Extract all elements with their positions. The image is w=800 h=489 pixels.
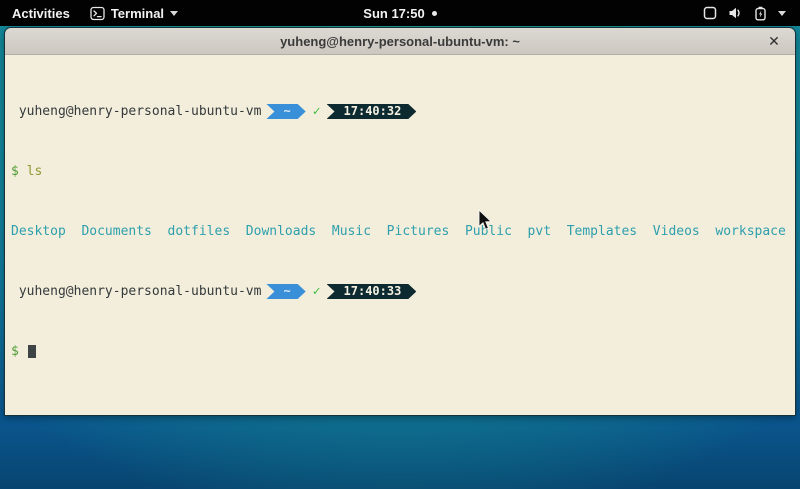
ls-output-line: Desktop Documents dotfiles Downloads Mus… <box>11 224 795 239</box>
shell-prompt-symbol: $ <box>11 344 19 359</box>
terminal-window: yuheng@henry-personal-ubuntu-vm: ~ ✕ yuh… <box>4 27 796 416</box>
prompt-time-segment: 17:40:32 <box>327 104 417 119</box>
prompt-line-1: yuheng@henry-personal-ubuntu-vm ~ ✓ 17:4… <box>11 104 795 119</box>
prompt-cwd-segment: ~ <box>266 284 305 299</box>
prompt-line-2: yuheng@henry-personal-ubuntu-vm ~ ✓ 17:4… <box>11 284 795 299</box>
directory-list: Desktop Documents dotfiles Downloads Mus… <box>11 224 786 239</box>
activities-button[interactable]: Activities <box>0 0 82 26</box>
top-bar: Activities Terminal Sun 17:50 <box>0 0 800 26</box>
terminal-screen[interactable]: yuheng@henry-personal-ubuntu-vm ~ ✓ 17:4… <box>5 55 795 415</box>
prompt-user: yuheng@henry-personal-ubuntu-vm <box>11 284 261 299</box>
terminal-cursor <box>28 345 36 358</box>
window-title: yuheng@henry-personal-ubuntu-vm: ~ <box>280 34 520 49</box>
app-menu-label: Terminal <box>111 6 164 21</box>
prompt-time-segment: 17:40:33 <box>327 284 417 299</box>
system-tray-menu[interactable] <box>689 0 800 26</box>
terminal-app-icon <box>90 6 105 21</box>
notification-dot-icon <box>432 11 437 16</box>
chevron-down-icon <box>778 11 786 16</box>
typed-command: ls <box>27 164 43 179</box>
battery-charging-icon <box>754 6 767 21</box>
close-icon: ✕ <box>768 33 780 50</box>
status-check-icon: ✓ <box>313 104 321 119</box>
prompt-user: yuheng@henry-personal-ubuntu-vm <box>11 104 261 119</box>
screen-icon <box>703 6 717 20</box>
shell-prompt-symbol: $ <box>11 164 19 179</box>
command-line: $ ls <box>11 164 795 179</box>
prompt-cwd-segment: ~ <box>266 104 305 119</box>
app-menu-terminal[interactable]: Terminal <box>82 0 186 26</box>
chevron-down-icon <box>170 11 178 16</box>
status-check-icon: ✓ <box>313 284 321 299</box>
clock-button[interactable]: Sun 17:50 <box>363 6 436 21</box>
window-titlebar[interactable]: yuheng@henry-personal-ubuntu-vm: ~ ✕ <box>5 28 795 55</box>
clock-label: Sun 17:50 <box>363 6 424 21</box>
volume-icon <box>728 6 743 20</box>
input-line[interactable]: $ <box>11 344 795 359</box>
close-button[interactable]: ✕ <box>763 30 785 52</box>
